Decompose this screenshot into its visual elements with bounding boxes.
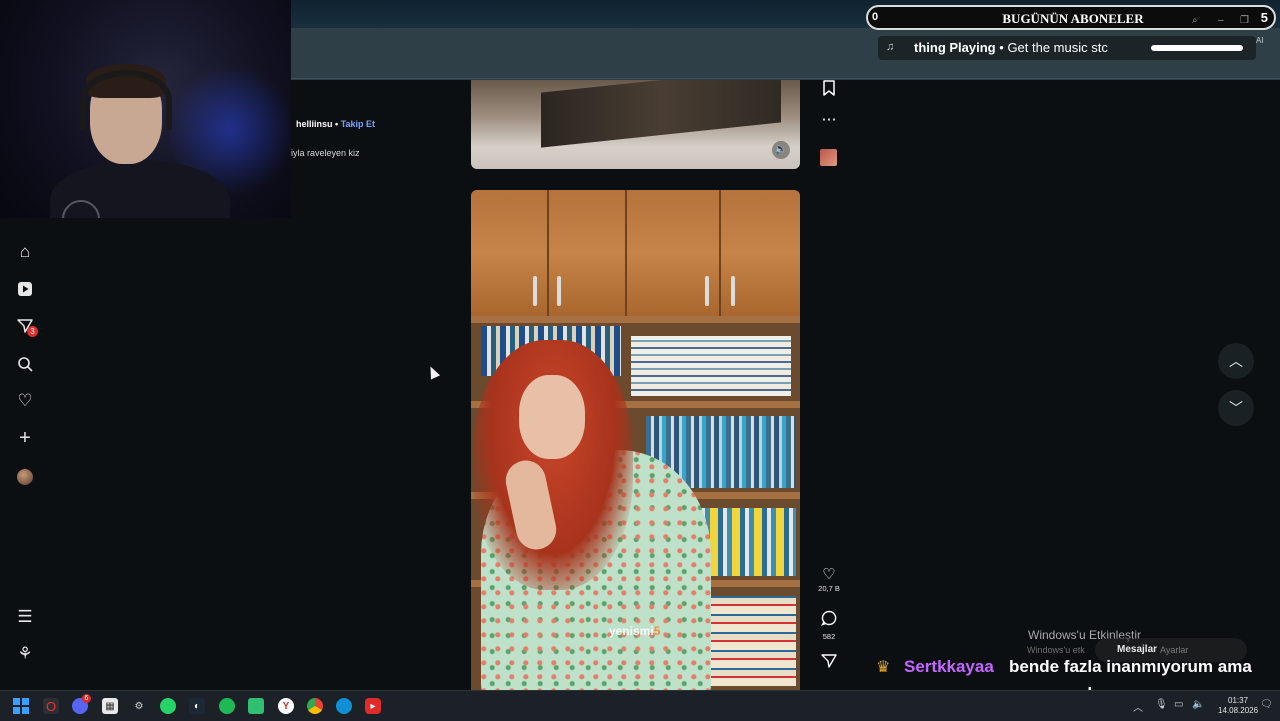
messages-label[interactable]: Mesajlar — [1117, 644, 1157, 655]
music-note-icon: ♫ — [886, 41, 895, 53]
subscribers-overlay: 0 BUGÜNÜN ABONELER ⌕ – ❐ 5 — [866, 5, 1276, 30]
windows-logo — [13, 698, 29, 714]
watermark-prefix: yenismi — [609, 624, 654, 638]
notification-badge: 3 — [27, 326, 38, 337]
search-icon-svg — [18, 357, 33, 372]
music-ticker: thing Playing • Get the music stc — [914, 40, 1142, 55]
green-app-icon[interactable] — [248, 698, 264, 714]
person-face — [519, 375, 585, 459]
clock-date: 14.08.2026 — [1218, 706, 1259, 715]
main-video[interactable]: yenismi5 — [471, 190, 800, 690]
post-author-line: helliinsu • Takip Et — [296, 119, 375, 129]
tray-chevron-icon[interactable]: ︿ — [1133, 699, 1143, 714]
author-separator: • — [335, 119, 339, 129]
restore-icon[interactable]: ❐ — [1240, 15, 1249, 26]
comment-action[interactable]: 582 — [818, 610, 840, 641]
heart-icon[interactable]: ♡ — [14, 390, 36, 412]
edge-icon[interactable] — [336, 698, 352, 714]
search-icon[interactable] — [14, 353, 36, 375]
microphone-icon[interactable]: 🎙 — [1155, 699, 1168, 710]
youtube-app-icon[interactable]: ▸ — [365, 698, 381, 714]
post-author[interactable]: helliinsu — [296, 119, 333, 129]
ai-label: AI — [1256, 36, 1264, 45]
clock-time: 01:37 — [1228, 696, 1249, 705]
reels-icon[interactable] — [14, 278, 36, 300]
comments-count: 582 — [822, 632, 836, 641]
cabinet-door — [549, 190, 627, 316]
watermark-suffix: 5 — [653, 624, 661, 638]
music-cta: Get the music stc — [1007, 40, 1108, 55]
audio-thumbnail[interactable] — [820, 149, 837, 166]
more-apps-icon[interactable]: ⚘ — [14, 643, 36, 665]
chevron-down-icon: ﹀ — [1229, 400, 1243, 416]
music-separator: • — [999, 40, 1004, 55]
previous-video[interactable]: 🔈 — [471, 80, 800, 169]
discord-badge: 6 — [82, 694, 91, 703]
share-action[interactable] — [818, 653, 840, 674]
subscribers-count-right: 5 — [1260, 10, 1268, 25]
spotify-icon[interactable] — [219, 698, 235, 714]
reels-icon-svg — [18, 282, 32, 296]
follow-button[interactable]: Takip Et — [341, 119, 375, 129]
mute-icon[interactable]: 🔈 — [772, 141, 790, 159]
post-caption: iyla raveleyen kiz — [291, 148, 360, 158]
search-icon[interactable]: ⌕ — [1192, 15, 1198, 26]
more-glyph: ⋯ — [821, 111, 837, 128]
notifications-icon[interactable]: 🗨 — [1260, 699, 1273, 710]
music-overlay: ♫ thing Playing • Get the music stc — [878, 36, 1256, 60]
yandex-icon[interactable]: Y — [278, 698, 294, 714]
comment-icon[interactable] — [820, 610, 837, 626]
like-action[interactable]: ♡ 20,7 B — [818, 567, 840, 594]
settings-label: Ayarlar — [1160, 645, 1189, 655]
music-progress-bar — [1151, 45, 1243, 51]
opera-icon[interactable]: O — [43, 698, 59, 714]
calendar-icon[interactable]: ▦ — [102, 698, 118, 714]
cabinet-door — [471, 190, 549, 316]
chat-username: Sertkkayaa — [904, 657, 994, 676]
now-playing-label: thing Playing — [914, 40, 996, 55]
windows-taskbar: O 6 ▦ ⚙ ◐ Y ▸ ︿ 🎙 ▭ 🔈 01:37 14.08.2026 🗨 — [0, 690, 1280, 721]
video-watermark: yenismi5 — [609, 624, 660, 638]
create-icon[interactable]: + — [14, 427, 36, 449]
share-icon[interactable] — [821, 653, 837, 669]
mouse-cursor — [425, 364, 441, 380]
windows-start-icon[interactable] — [13, 698, 29, 714]
whatsapp-icon[interactable] — [160, 698, 176, 714]
settings-gear-icon[interactable]: ⚙ — [131, 698, 147, 714]
subscribers-title: BUGÜNÜN ABONELER — [1002, 11, 1144, 26]
chat-message-line1: bende fazla inanmıyorum ama — [1009, 657, 1252, 676]
cabinet-door — [721, 190, 800, 316]
cabinet-door — [627, 190, 721, 316]
webcam-overlay — [0, 0, 291, 218]
home-icon[interactable]: ⌂ — [14, 241, 36, 263]
headset — [80, 70, 172, 130]
system-clock[interactable]: 01:37 14.08.2026 — [1218, 696, 1258, 716]
chevron-up-icon: ︿ — [1229, 353, 1243, 369]
likes-count: 20,7 B — [818, 584, 840, 593]
previous-reel-button[interactable]: ︿ — [1218, 343, 1254, 379]
bookmark-icon[interactable] — [818, 80, 840, 101]
video-scene — [541, 80, 781, 148]
more-options-icon[interactable]: ⋯ — [818, 112, 840, 128]
menu-icon[interactable]: ☰ — [14, 606, 36, 628]
minimize-icon[interactable]: – — [1218, 15, 1224, 26]
volume-icon[interactable]: 🔈 — [1192, 699, 1204, 710]
next-reel-button[interactable]: ﹀ — [1218, 390, 1254, 426]
steam-icon[interactable]: ◐ — [189, 698, 205, 714]
crown-icon: ♛ — [876, 659, 891, 676]
profile-avatar[interactable] — [17, 469, 33, 485]
bookmark-icon-svg — [823, 80, 835, 96]
windows-activation-subtitle: Windows'u etk — [1027, 645, 1085, 655]
heart-icon[interactable]: ♡ — [818, 567, 840, 583]
chrome-icon[interactable] — [307, 698, 323, 714]
network-icon[interactable]: ▭ — [1174, 699, 1183, 710]
